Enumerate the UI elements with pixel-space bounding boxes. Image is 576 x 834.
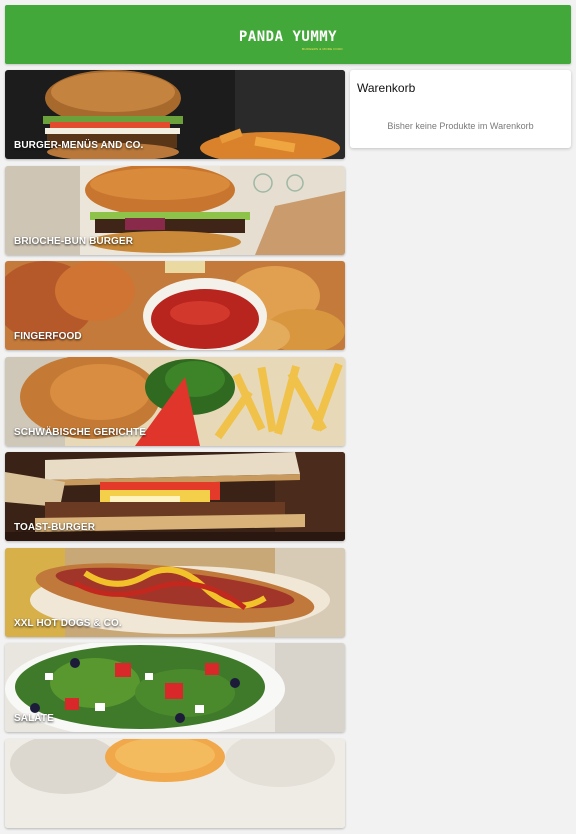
category-label: SALATE <box>14 713 54 724</box>
cart-title: Warenkorb <box>357 81 416 95</box>
shopping-cart-panel: Warenkorb Bisher keine Produkte im Waren… <box>350 70 571 148</box>
category-label: TOAST-BURGER <box>14 522 96 533</box>
category-card-fingerfood[interactable]: FINGERFOOD <box>5 261 345 350</box>
category-label: FINGERFOOD <box>14 331 82 342</box>
category-card-partial[interactable] <box>5 738 345 828</box>
cart-empty-message: Bisher keine Produkte im Warenkorb <box>387 121 534 131</box>
category-card-xxl-hot-dogs[interactable]: XXL HOT DOGS & CO. <box>5 547 345 637</box>
sauces-photo <box>5 738 345 828</box>
category-label: BURGER-MENÜS AND CO. <box>14 140 144 151</box>
category-card-toast-burger[interactable]: TOAST-BURGER <box>5 452 345 541</box>
logo-tagline: BURGERS & MORE FOOD <box>302 47 343 51</box>
salad-photo <box>5 643 345 732</box>
category-list: BURGER-MENÜS AND CO. BRIOCHE-BUN BURGER <box>5 70 345 834</box>
category-card-schwaebische-gerichte[interactable]: SCHWÄBISCHE GERICHTE <box>5 356 345 446</box>
app-header: PANDA YUMMY BURGERS & MORE FOOD <box>5 5 571 64</box>
category-card-salate[interactable]: SALATE <box>5 643 345 732</box>
category-card-brioche-bun-burger[interactable]: BRIOCHE-BUN BURGER <box>5 165 345 255</box>
category-label: SCHWÄBISCHE GERICHTE <box>14 426 147 438</box>
category-label: BRIOCHE-BUN BURGER <box>14 235 134 247</box>
category-card-burger-menus[interactable]: BURGER-MENÜS AND CO. <box>5 70 345 159</box>
logo-title[interactable]: PANDA YUMMY <box>5 29 571 45</box>
category-label: XXL HOT DOGS & CO. <box>14 617 122 629</box>
